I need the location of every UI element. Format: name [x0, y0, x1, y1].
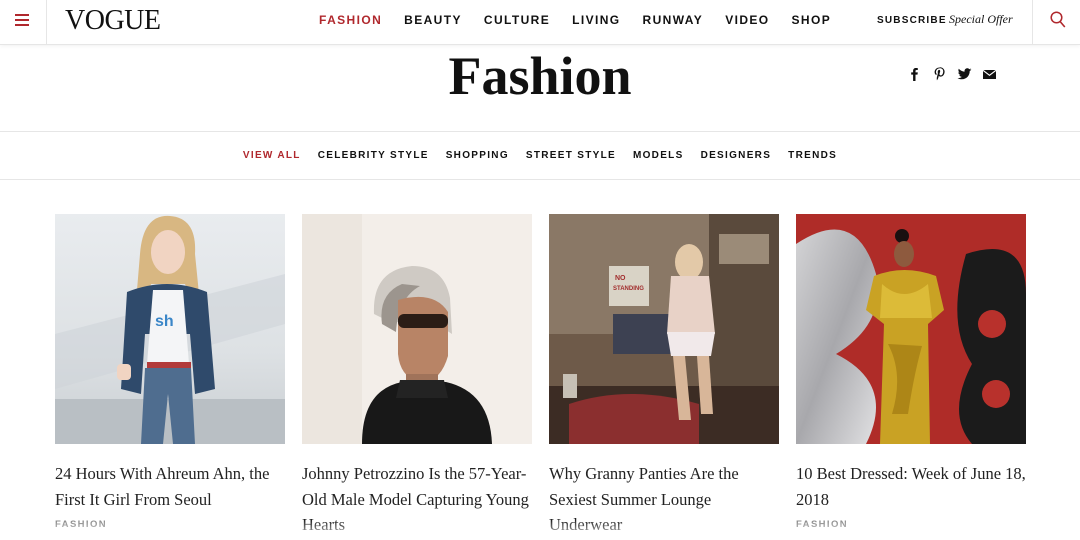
email-icon[interactable]: [981, 66, 998, 82]
article-headline[interactable]: 24 Hours With Ahreum Ahn, the First It G…: [55, 461, 285, 512]
article-card[interactable]: sh 24 Hours With Ahreum Ahn, the First I…: [55, 214, 285, 530]
svg-text:NO: NO: [615, 275, 626, 282]
article-card[interactable]: NO STANDING Why Granny Panties Are the S…: [549, 214, 779, 540]
main-nav: FASHION BEAUTY CULTURE LIVING RUNWAY VID…: [319, 13, 853, 27]
article-card[interactable]: Johnny Petrozzino Is the 57-Year-Old Mal…: [302, 214, 532, 540]
article-headline[interactable]: Why Granny Panties Are the Sexiest Summe…: [549, 461, 779, 538]
twitter-icon[interactable]: [956, 66, 973, 82]
svg-text:sh: sh: [155, 313, 174, 330]
nav-item-runway[interactable]: RUNWAY: [643, 13, 704, 27]
top-bar: VOGUE FASHION BEAUTY CULTURE LIVING RUNW…: [0, 0, 1080, 45]
subnav-item-celebrity-style[interactable]: CELEBRITY STYLE: [318, 150, 429, 161]
nav-item-fashion[interactable]: FASHION: [319, 13, 382, 27]
nav-item-video[interactable]: VIDEO: [725, 13, 769, 27]
facebook-icon[interactable]: [906, 66, 923, 82]
article-image-film-still[interactable]: NO STANDING: [549, 214, 779, 444]
special-offer-link[interactable]: Special Offer: [949, 12, 1013, 27]
nav-item-living[interactable]: LIVING: [572, 13, 620, 27]
sub-nav: VIEW ALL CELEBRITY STYLE SHOPPING STREET…: [0, 131, 1080, 180]
svg-text:STANDING: STANDING: [613, 286, 644, 292]
search-icon[interactable]: [1032, 0, 1080, 45]
article-tag[interactable]: FASHION: [55, 519, 285, 530]
subnav-item-trends[interactable]: TRENDS: [788, 150, 837, 161]
subscribe-link[interactable]: SUBSCRIBE: [877, 15, 947, 26]
article-image-street-style[interactable]: sh: [55, 214, 285, 444]
subnav-item-street-style[interactable]: STREET STYLE: [526, 150, 616, 161]
subnav-item-view-all[interactable]: VIEW ALL: [243, 150, 301, 161]
vogue-logo[interactable]: VOGUE: [65, 6, 161, 36]
nav-item-shop[interactable]: SHOP: [792, 13, 832, 27]
article-image-male-model[interactable]: [302, 214, 532, 444]
subnav-item-models[interactable]: MODELS: [633, 150, 684, 161]
article-tag[interactable]: FASHION: [796, 519, 1026, 530]
article-image-red-carpet[interactable]: [796, 214, 1026, 444]
pinterest-icon[interactable]: [931, 66, 948, 82]
hamburger-icon[interactable]: [0, 0, 47, 45]
nav-item-beauty[interactable]: BEAUTY: [404, 13, 462, 27]
subnav-item-shopping[interactable]: SHOPPING: [446, 150, 509, 161]
share-bar: [906, 66, 1006, 82]
article-card[interactable]: 10 Best Dressed: Week of June 18, 2018 F…: [796, 214, 1026, 530]
subnav-item-designers[interactable]: DESIGNERS: [701, 150, 772, 161]
article-headline[interactable]: Johnny Petrozzino Is the 57-Year-Old Mal…: [302, 461, 532, 538]
article-headline[interactable]: 10 Best Dressed: Week of June 18, 2018: [796, 461, 1026, 512]
nav-item-culture[interactable]: CULTURE: [484, 13, 550, 27]
